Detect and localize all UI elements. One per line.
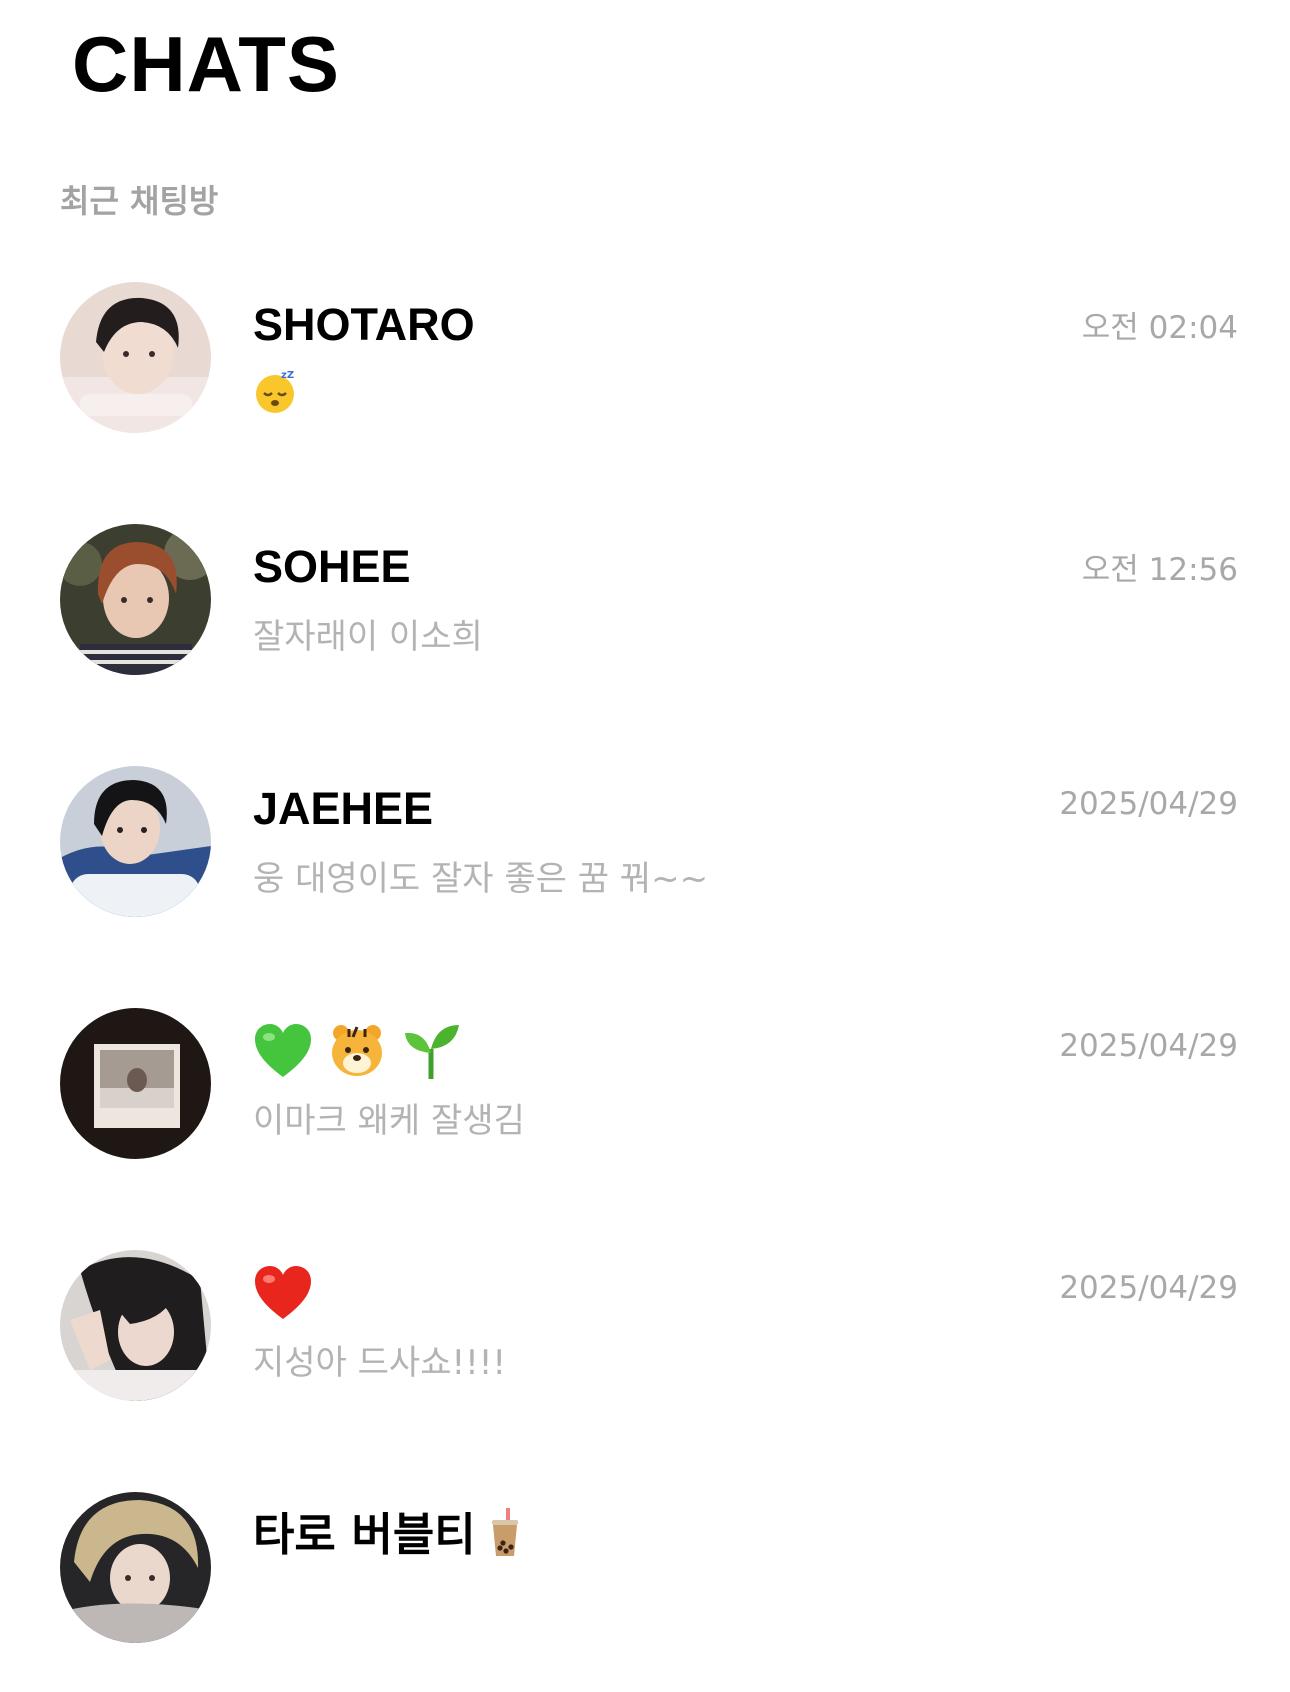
- chat-name: JAEHEE: [253, 783, 434, 834]
- bubble-tea-icon: [491, 1508, 518, 1556]
- chat-preview: 잘자래이 이소희: [253, 617, 483, 657]
- green-heart-icon: [255, 1024, 311, 1077]
- chat-row-taro-bubble-tea[interactable]: 타로 버블티: [0, 1492, 1290, 1692]
- tiger-face-icon: [332, 1025, 382, 1076]
- avatar[interactable]: [60, 766, 211, 917]
- avatar-photo: [60, 1250, 211, 1401]
- chat-row-4[interactable]: 이마크 왜케 잘생김 2025/04/29: [0, 1008, 1290, 1208]
- avatar[interactable]: [60, 524, 211, 675]
- chat-timestamp: 2025/04/29: [1059, 1270, 1238, 1306]
- chat-name: SOHEE: [253, 541, 411, 592]
- chat-row-5[interactable]: 지성아 드사쇼!!!! 2025/04/29: [0, 1250, 1290, 1450]
- chat-preview: 웅 대영이도 잘자 좋은 꿈 꿔~~: [253, 859, 709, 899]
- chat-list: SHOTARO zZ 오전 02:04 SOHEE 잘자래이 이소희 오전 12…: [0, 0, 1290, 1681]
- chat-row-jaehee[interactable]: JAEHEE 웅 대영이도 잘자 좋은 꿈 꿔~~ 2025/04/29: [0, 766, 1290, 966]
- chat-row-sohee[interactable]: SOHEE 잘자래이 이소희 오전 12:56: [0, 524, 1290, 724]
- chat-preview: 지성아 드사쇼!!!!: [253, 1343, 507, 1383]
- avatar-photo: [60, 282, 211, 433]
- chat-timestamp: 2025/04/29: [1059, 786, 1238, 822]
- chat-row-shotaro[interactable]: SHOTARO zZ 오전 02:04: [0, 282, 1290, 482]
- chat-timestamp: 2025/04/29: [1059, 1028, 1238, 1064]
- chat-name: [253, 1018, 461, 1084]
- avatar[interactable]: [60, 1250, 211, 1401]
- avatar[interactable]: [60, 1008, 211, 1159]
- avatar[interactable]: [60, 282, 211, 433]
- avatar-photo: [60, 1492, 211, 1643]
- chat-timestamp: 오전 12:56: [1081, 552, 1238, 588]
- chat-name: [253, 1260, 313, 1326]
- chat-name: 타로 버블티: [253, 1508, 522, 1562]
- chat-name: SHOTARO: [253, 299, 475, 350]
- chat-timestamp: 오전 02:04: [1081, 310, 1238, 346]
- sleeping-face-icon: zZ: [256, 370, 294, 413]
- svg-text:zZ: zZ: [281, 370, 294, 381]
- chat-name-text: 타로 버블티: [253, 1508, 476, 1561]
- avatar-photo: [60, 524, 211, 675]
- seedling-icon: [405, 1025, 459, 1079]
- chat-preview: 이마크 왜케 잘생김: [253, 1101, 525, 1141]
- avatar[interactable]: [60, 1492, 211, 1643]
- avatar-photo: [60, 766, 211, 917]
- red-heart-icon: [255, 1266, 311, 1319]
- chat-preview: zZ: [253, 368, 299, 414]
- avatar-polaroid-photo: [60, 1008, 211, 1159]
